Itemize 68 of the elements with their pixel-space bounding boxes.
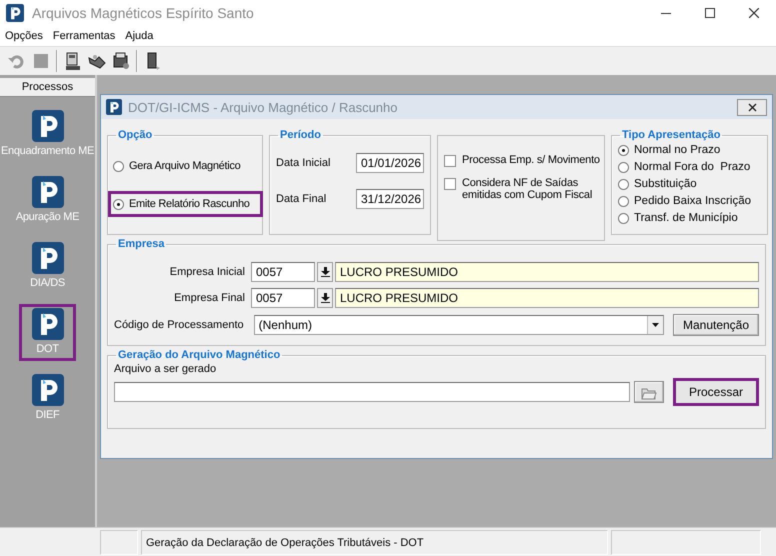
field-label: Empresa Final	[173, 292, 246, 304]
company-code-field[interactable]: 0057	[251, 288, 315, 308]
process-button[interactable]: Processar	[673, 378, 759, 406]
company-name-field: LUCRO PRESUMIDO	[335, 288, 759, 308]
radio-button[interactable]	[618, 178, 629, 190]
date-field[interactable]: 01/01/2026	[356, 153, 424, 173]
field-label: Código de Processamento	[114, 319, 244, 331]
download-arrow-icon	[320, 267, 330, 277]
close-icon	[748, 102, 756, 112]
company-name-field: LUCRO PRESUMIDO	[335, 262, 759, 282]
radio-button[interactable]	[113, 198, 124, 210]
sidebar-header: Processos	[0, 78, 95, 97]
window-title: Arquivos Magnéticos Espírito Santo	[32, 4, 255, 20]
app-logo-icon	[106, 99, 122, 115]
radio-label: Normal Fora do Prazo	[634, 161, 750, 173]
radio-button[interactable]	[618, 162, 629, 172]
process-icon	[32, 308, 64, 340]
group-title: Empresa	[118, 238, 164, 250]
radio-option[interactable]: Gera Arquivo Magnético	[108, 153, 263, 179]
radio-option[interactable]: Emite Relatório Rascunho	[108, 191, 263, 217]
browse-button[interactable]	[634, 381, 664, 403]
file-path-field[interactable]	[114, 382, 630, 402]
checkbox[interactable]	[444, 155, 456, 167]
group-title: Tipo Apresentação	[622, 129, 720, 141]
menu-item[interactable]: Ferramentas	[48, 30, 120, 42]
group-title: Geração do Arquivo Magnético	[118, 349, 280, 361]
processing-dropdown[interactable]: (Nenhum)	[254, 315, 664, 335]
group-title: Período	[280, 129, 321, 141]
maximize-icon[interactable]	[705, 8, 715, 18]
radio-button[interactable]	[113, 160, 124, 172]
download-arrow-icon	[320, 293, 330, 303]
dropdown-caret-icon	[652, 323, 659, 327]
group-title: Opção	[118, 129, 152, 141]
machine-icon[interactable]	[112, 52, 130, 70]
company-code-field[interactable]: 0057	[251, 262, 315, 282]
checkbox-label: Processa Emp. s/ Movimento	[462, 154, 600, 166]
menu-item[interactable]: Ajuda	[120, 30, 158, 42]
process-icon	[32, 242, 64, 274]
radio-label: Pedido Baixa Inscrição	[634, 195, 751, 207]
field-label: Arquivo a ser gerado	[114, 363, 218, 375]
lookup-button[interactable]	[317, 288, 333, 308]
radio-label: Transf. de Município	[634, 212, 738, 224]
radio-button[interactable]	[618, 196, 629, 206]
process-icon	[32, 110, 64, 142]
app-logo-icon	[6, 4, 24, 22]
lookup-button[interactable]	[317, 262, 333, 282]
date-field[interactable]: 31/12/2026	[356, 189, 424, 209]
menu-item[interactable]: Opções	[0, 30, 48, 42]
checkbox[interactable]	[444, 178, 456, 190]
maintenance-button[interactable]: Manutenção	[673, 314, 759, 336]
printer-icon[interactable]	[64, 52, 82, 70]
status-text: Geração da Declaração de Operações Tributáveis - DOT	[141, 530, 608, 555]
field-label: Data Final	[276, 193, 328, 205]
checkbox-label: Considera NF de Saídas emitidas com Cupom Fiscal	[462, 177, 594, 201]
radio-label: Gera Arquivo Magnético	[129, 160, 240, 172]
field-label: Data Inicial	[276, 157, 332, 169]
close-icon[interactable]	[749, 8, 759, 18]
dialog-title: DOT/GI-ICMS - Arquivo Magnético / Rascunho	[128, 100, 398, 114]
radio-label: Emite Relatório Rascunho	[129, 198, 250, 210]
radio-label: Substituição	[634, 178, 697, 190]
close-button[interactable]	[737, 98, 767, 116]
process-icon	[32, 374, 64, 406]
process-icon	[32, 176, 64, 208]
radio-button[interactable]	[618, 144, 629, 156]
field-label: Empresa Inicial	[168, 266, 246, 278]
radio-button[interactable]	[618, 212, 629, 224]
radio-label: Normal no Prazo	[634, 144, 720, 156]
hand-tool-icon[interactable]	[88, 52, 106, 70]
